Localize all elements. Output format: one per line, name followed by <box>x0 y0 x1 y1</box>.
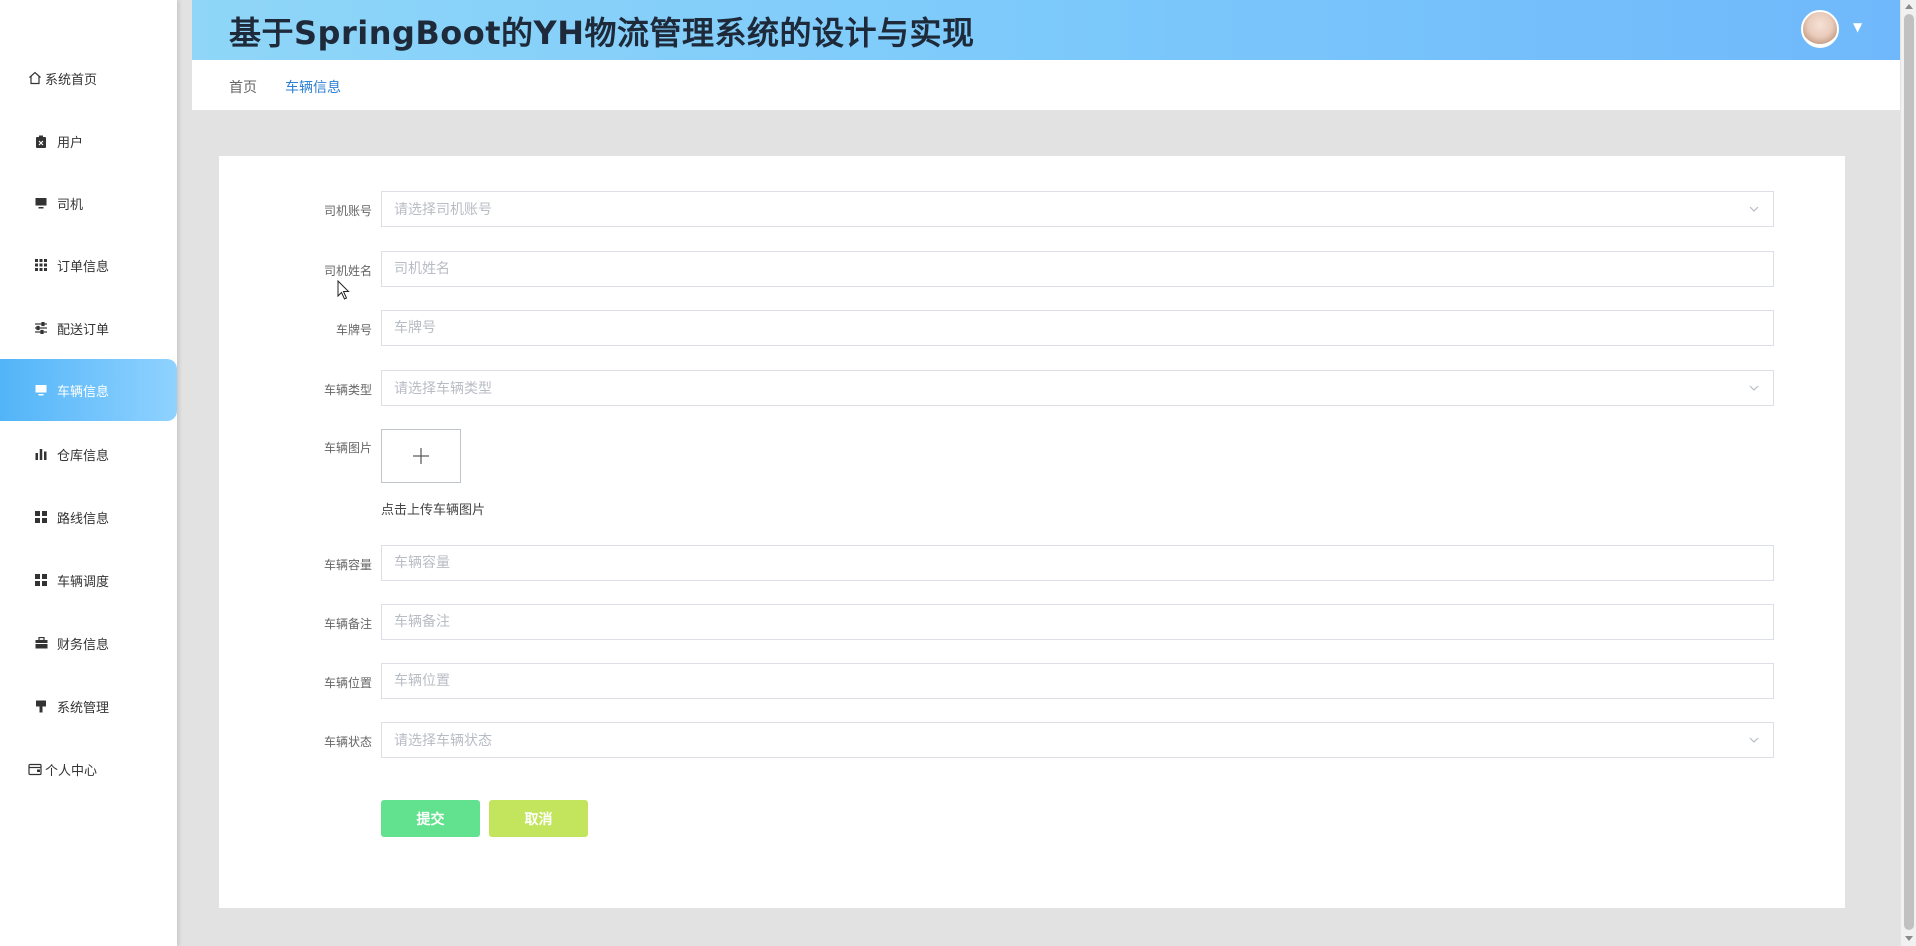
driver-account-select[interactable]: 请选择司机账号 <box>381 191 1774 227</box>
plate-input[interactable] <box>381 310 1774 346</box>
sidebar-item-warehouses[interactable]: 仓库信息 <box>0 423 177 485</box>
sidebar-item-label: 系统首页 <box>45 72 98 88</box>
plus-icon <box>413 448 429 464</box>
sidebar-item-home[interactable]: 系统首页 <box>0 47 177 109</box>
bar-chart-icon <box>33 448 49 460</box>
sidebar-item-dispatch[interactable]: 车辆调度 <box>0 549 177 611</box>
scroll-down-arrow-icon[interactable] <box>1905 936 1913 941</box>
status-label: 车辆状态 <box>323 735 372 749</box>
sliders-icon <box>33 322 49 334</box>
wallet-icon <box>27 763 43 776</box>
sidebar-item-label: 司机 <box>57 197 84 213</box>
mouse-cursor-icon <box>337 280 350 300</box>
avatar[interactable] <box>1801 10 1839 48</box>
sidebar-item-label: 用户 <box>57 135 84 151</box>
sidebar-item-label: 车辆调度 <box>57 574 110 590</box>
sidebar-item-users[interactable]: 用户 <box>0 110 177 172</box>
sidebar-item-finance[interactable]: 财务信息 <box>0 612 177 674</box>
page-scrollbar[interactable] <box>1900 0 1916 946</box>
sidebar-item-label: 车辆信息 <box>57 384 110 400</box>
breadcrumb-home[interactable]: 首页 <box>229 77 257 97</box>
plate-label: 车牌号 <box>335 323 372 337</box>
top-header: 基于SpringBoot的YH物流管理系统的设计与实现 ▼ <box>192 0 1900 60</box>
monitor-icon <box>33 197 49 209</box>
driver-name-label: 司机姓名 <box>323 264 372 278</box>
vehicle-image-label: 车辆图片 <box>323 441 372 455</box>
location-label: 车辆位置 <box>323 676 372 690</box>
page-title: 基于SpringBoot的YH物流管理系统的设计与实现 <box>229 14 975 52</box>
breadcrumb: 首页 车辆信息 <box>192 60 1900 110</box>
sidebar-item-vehicles[interactable]: 车辆信息 <box>0 359 177 421</box>
apps-icon <box>33 511 49 523</box>
remark-label: 车辆备注 <box>323 617 372 631</box>
sidebar: 系统首页 用户 司机 订单信息 配送订单 车辆信息 仓库信息 路线信息 车辆调度… <box>0 0 177 946</box>
chevron-down-icon <box>1749 385 1759 391</box>
vehicle-form-card: 司机账号 请选择司机账号 司机姓名 车牌号 车辆类型 请选择车辆类型 车辆图片 … <box>219 156 1845 908</box>
apps-icon <box>33 574 49 586</box>
flag-icon <box>33 700 49 713</box>
grid-icon <box>33 259 49 271</box>
vehicle-type-placeholder: 请选择车辆类型 <box>394 381 492 397</box>
scroll-thumb[interactable] <box>1904 14 1914 930</box>
sidebar-item-profile[interactable]: 个人中心 <box>0 738 177 800</box>
caret-down-icon[interactable]: ▼ <box>1853 20 1862 34</box>
driver-account-placeholder: 请选择司机账号 <box>394 202 492 218</box>
sidebar-item-label: 个人中心 <box>45 763 98 779</box>
upload-hint: 点击上传车辆图片 <box>381 503 486 518</box>
chevron-down-icon <box>1749 737 1759 743</box>
scroll-up-arrow-icon[interactable] <box>1905 4 1913 9</box>
remark-input[interactable] <box>381 604 1774 640</box>
image-upload-button[interactable] <box>381 429 461 483</box>
status-placeholder: 请选择车辆状态 <box>394 733 492 749</box>
cancel-button[interactable]: 取消 <box>489 800 588 837</box>
submit-button[interactable]: 提交 <box>381 800 480 837</box>
sidebar-item-delivery-orders[interactable]: 配送订单 <box>0 297 177 359</box>
sidebar-item-drivers[interactable]: 司机 <box>0 172 177 234</box>
sidebar-item-label: 路线信息 <box>57 511 110 527</box>
sidebar-item-label: 订单信息 <box>57 259 110 275</box>
briefcase-icon <box>33 637 49 649</box>
location-input[interactable] <box>381 663 1774 699</box>
home-icon <box>27 71 43 85</box>
monitor-icon <box>33 384 49 396</box>
breadcrumb-current: 车辆信息 <box>285 80 341 96</box>
sidebar-item-system-management[interactable]: 系统管理 <box>0 675 177 737</box>
vehicle-type-select[interactable]: 请选择车辆类型 <box>381 370 1774 406</box>
sidebar-item-label: 配送订单 <box>57 322 110 338</box>
sidebar-item-label: 财务信息 <box>57 637 110 653</box>
sidebar-item-label: 仓库信息 <box>57 448 110 464</box>
driver-name-input[interactable] <box>381 251 1774 287</box>
driver-account-label: 司机账号 <box>323 204 372 218</box>
status-select[interactable]: 请选择车辆状态 <box>381 722 1774 758</box>
sidebar-item-routes[interactable]: 路线信息 <box>0 486 177 548</box>
clipboard-icon <box>33 135 49 148</box>
sidebar-item-label: 系统管理 <box>57 700 110 716</box>
chevron-down-icon <box>1749 206 1759 212</box>
capacity-label: 车辆容量 <box>323 558 372 572</box>
sidebar-item-orders[interactable]: 订单信息 <box>0 234 177 296</box>
vehicle-type-label: 车辆类型 <box>323 383 372 397</box>
capacity-input[interactable] <box>381 545 1774 581</box>
